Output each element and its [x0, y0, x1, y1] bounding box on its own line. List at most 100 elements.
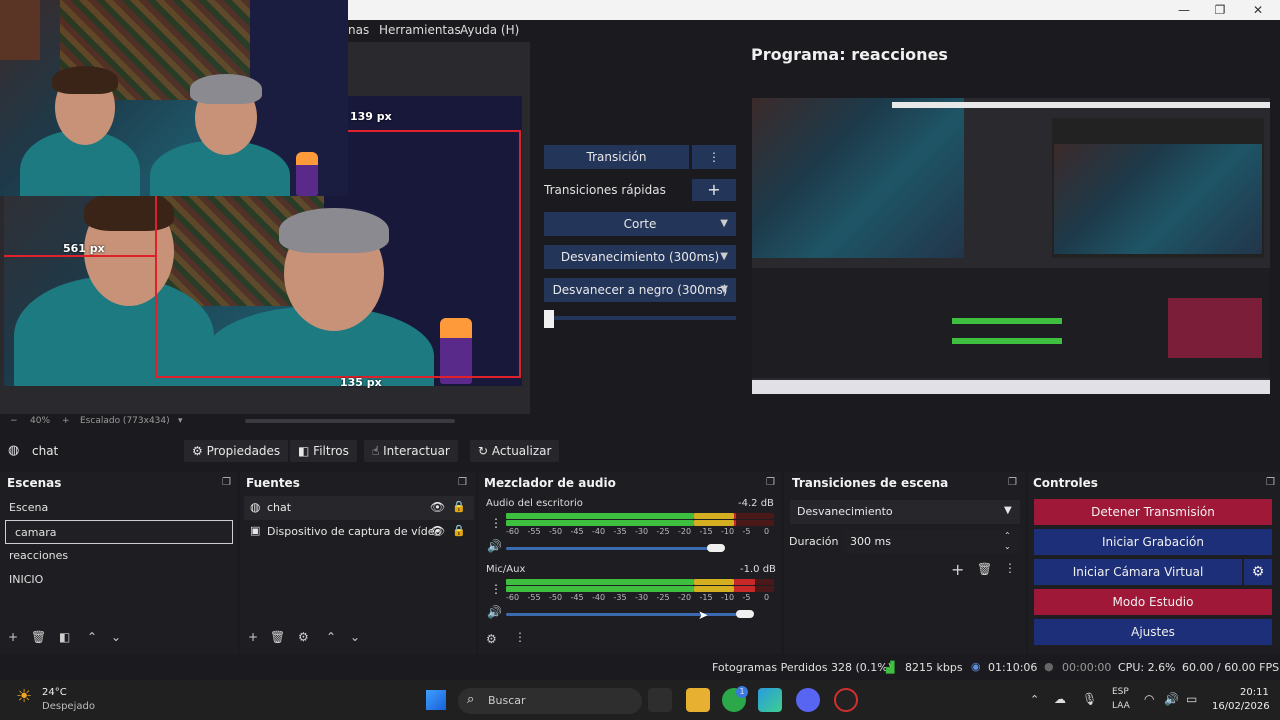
scene-filter-icon[interactable]: ◧	[59, 630, 70, 644]
lock-icon[interactable]: 🔒	[452, 500, 466, 513]
start-virtual-cam-button[interactable]: Iniciar Cámara Virtual	[1034, 559, 1242, 585]
speaker-icon[interactable]: 🔊	[487, 539, 502, 553]
add-source-icon[interactable]: +	[248, 630, 258, 644]
track-name: Mic/Aux	[486, 564, 526, 575]
trash-icon[interactable]: 🗑	[31, 630, 46, 644]
obs-icon[interactable]	[834, 688, 858, 712]
scene-transitions-title: Transiciones de escena	[792, 476, 949, 490]
edge-icon[interactable]	[758, 688, 782, 712]
dock-float-icon[interactable]: ❐	[1266, 477, 1275, 488]
close-icon[interactable]: ✕	[1248, 2, 1268, 18]
microphone-icon[interactable]: 🎙	[1082, 692, 1097, 706]
menu-help[interactable]: Ayuda (H)	[460, 23, 519, 37]
interact-button[interactable]: ☝ Interactuar	[364, 440, 458, 462]
meter-scale-tick: -45	[570, 527, 584, 536]
transition-button[interactable]: Transición	[544, 145, 689, 169]
mixer-settings-icon[interactable]: ⚙	[486, 632, 497, 646]
clock-time[interactable]: 20:11	[1240, 687, 1269, 698]
zoom-out-icon[interactable]: −	[10, 416, 18, 426]
quick-transition-fade[interactable]: Desvanecimiento (300ms) ▼	[544, 245, 736, 269]
filters-button[interactable]: ◧ Filtros	[290, 440, 357, 462]
lock-icon[interactable]: 🔒	[452, 524, 466, 537]
scene-item-selected[interactable]: camara	[5, 520, 233, 544]
taskbar-search[interactable]: ⌕ Buscar	[458, 688, 642, 714]
chevron-up-icon[interactable]: ⌃	[326, 630, 336, 644]
dock-float-icon[interactable]: ❐	[766, 477, 775, 488]
dock-float-icon[interactable]: ❐	[222, 477, 231, 488]
bitrate: 8215 kbps	[905, 661, 963, 674]
menu-item-partial[interactable]: nas	[348, 23, 369, 37]
menu-tools[interactable]: Herramientas	[379, 23, 461, 37]
chevron-down-icon: ▼	[1004, 505, 1012, 516]
eye-icon[interactable]: 👁	[430, 524, 445, 538]
settings-button[interactable]: Ajustes	[1034, 619, 1272, 645]
chevron-up-icon[interactable]: ⌃	[1030, 693, 1039, 706]
discord-icon[interactable]	[796, 688, 820, 712]
meter-scale-tick: -50	[549, 593, 563, 602]
start-recording-button[interactable]: Iniciar Grabación	[1034, 529, 1272, 555]
volume-slider-track[interactable]	[506, 547, 716, 550]
preview-scrollbar[interactable]	[245, 419, 455, 423]
meter-scale-tick: -5	[742, 593, 751, 602]
transition-menu-icon[interactable]: ⋮	[692, 145, 736, 169]
bounding-line-right	[519, 130, 521, 378]
mixer-menu-icon[interactable]: ⋮	[514, 630, 526, 644]
chevron-down-icon: ▼	[720, 284, 728, 295]
battery-icon[interactable]: ▭	[1186, 692, 1197, 706]
quick-transition-cut[interactable]: Corte ▼	[544, 212, 736, 236]
tbar-handle[interactable]	[544, 310, 554, 328]
gear-icon[interactable]: ⚙	[298, 630, 309, 644]
maximize-icon[interactable]: ❐	[1210, 2, 1230, 18]
minimize-icon[interactable]: —	[1174, 2, 1194, 18]
volume-slider-track[interactable]	[506, 613, 746, 616]
scene-item[interactable]: INICIO	[0, 568, 238, 592]
controls-title: Controles	[1033, 476, 1098, 490]
scene-item[interactable]: Escena	[0, 496, 238, 520]
program-view	[752, 98, 1270, 394]
dock-float-icon[interactable]: ❐	[458, 477, 467, 488]
track-menu-icon[interactable]: ⋮	[490, 516, 502, 530]
volume-icon[interactable]: 🔊	[1164, 692, 1179, 706]
bounding-line-bottom	[155, 376, 521, 378]
volume-slider-knob[interactable]	[736, 610, 755, 618]
add-scene-icon[interactable]: +	[8, 630, 18, 644]
stop-stream-button[interactable]: Detener Transmisión	[1034, 499, 1272, 525]
windows-start-icon[interactable]	[426, 690, 446, 710]
keyboard-language[interactable]: ESP	[1112, 687, 1129, 697]
chevron-up-icon[interactable]: ⌃	[87, 630, 97, 644]
transition-menu-icon[interactable]: ⋮	[1004, 561, 1016, 575]
trash-icon[interactable]: 🗑	[977, 562, 992, 576]
transition-select[interactable]: Desvanecimiento ▼	[790, 500, 1020, 524]
wifi-icon[interactable]: ◠	[1144, 692, 1154, 706]
add-transition-icon[interactable]: +	[951, 560, 964, 579]
zoom-in-icon[interactable]: +	[62, 416, 70, 426]
trash-icon[interactable]: 🗑	[270, 630, 285, 644]
volume-slider[interactable]	[506, 544, 734, 554]
weather-icon[interactable]: ☀	[16, 686, 32, 707]
source-item-chat[interactable]: ◍ chat 👁 🔒	[244, 496, 474, 520]
eye-icon[interactable]: 👁	[430, 500, 445, 514]
tbar-track[interactable]	[554, 316, 736, 320]
studio-mode-button[interactable]: Modo Estudio	[1034, 589, 1272, 615]
file-explorer-icon[interactable]	[686, 688, 710, 712]
properties-button[interactable]: ⚙ Propiedades	[184, 440, 289, 462]
track-menu-icon[interactable]: ⋮	[490, 582, 502, 596]
refresh-button[interactable]: ↻ Actualizar	[470, 440, 560, 462]
add-quick-transition-icon[interactable]: +	[692, 179, 736, 201]
chevron-down-icon[interactable]: ▾	[178, 416, 183, 426]
spin-arrows-icon[interactable]: ⌃ ⌄	[1004, 530, 1011, 552]
dock-float-icon[interactable]: ❐	[1008, 477, 1017, 488]
scale-dropdown[interactable]: Escalado (773x434)	[80, 416, 170, 426]
gear-icon[interactable]: ⚙	[1244, 559, 1272, 585]
volume-slider[interactable]	[506, 610, 766, 620]
chevron-down-icon[interactable]: ⌄	[111, 630, 121, 644]
source-item-video-capture[interactable]: ▣ Dispositivo de captura de vídeo 👁 🔒	[244, 520, 474, 544]
cloud-icon[interactable]: ☁	[1054, 692, 1066, 706]
scene-item[interactable]: reacciones	[0, 544, 238, 568]
speaker-icon[interactable]: 🔊	[487, 605, 502, 619]
task-view-icon[interactable]	[648, 688, 672, 712]
duration-input[interactable]: 300 ms ⌃ ⌄	[844, 530, 1020, 554]
chevron-down-icon[interactable]: ⌄	[350, 630, 360, 644]
quick-transition-fade-black[interactable]: Desvanecer a negro (300ms) ▼	[544, 278, 736, 302]
volume-slider-knob[interactable]	[706, 544, 725, 552]
